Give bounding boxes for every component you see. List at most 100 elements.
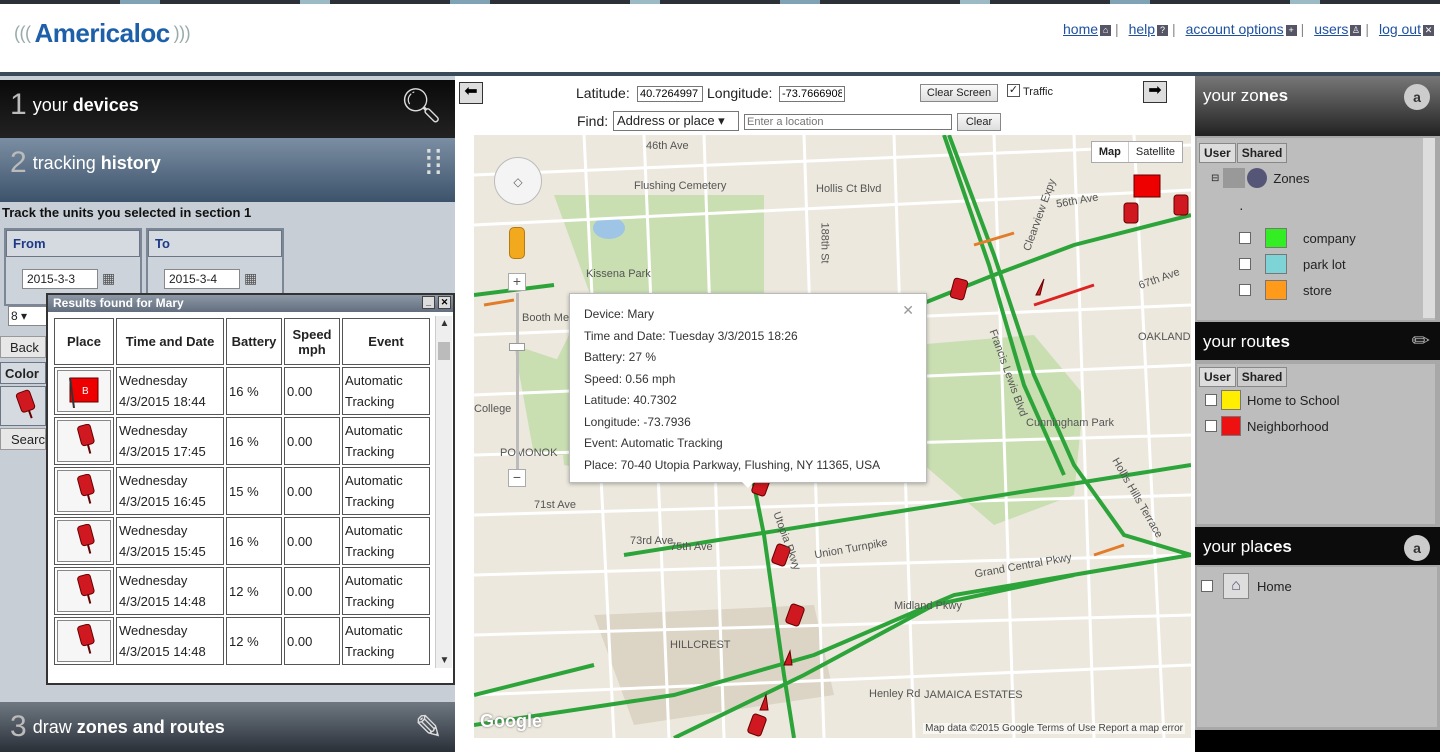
nav-log-out[interactable]: log out ✕ [1379,21,1434,37]
table-row[interactable]: Wednesday 4/3/2015 16:45 15 % 0.00 Automatic… [54,467,430,515]
map-label: 71st Ave [534,499,576,511]
section-draw-zones[interactable]: 3 draw zones and routes ✎ [0,702,455,752]
cell-place [54,467,114,515]
place-item[interactable]: ⌂ Home [1201,573,1292,599]
map-label: 73rd Ave [630,535,674,547]
info-latitude: Latitude: 40.7302 [584,393,677,407]
cell-time: Wednesday 4/3/2015 16:45 [116,467,224,515]
cell-event: Automatic Tracking [342,517,430,565]
close-icon: ✕ [1423,25,1434,36]
street-view-pegman-icon[interactable] [509,227,525,259]
cell-time: Wednesday 4/3/2015 14:48 [116,567,224,615]
clear-button[interactable]: Clear [957,113,1001,131]
cell-speed: 0.00 [284,367,340,415]
zone-item[interactable]: store [1239,280,1332,300]
cell-time: Wednesday 4/3/2015 14:48 [116,617,224,665]
map-footer[interactable]: Map data ©2015 Google Terms of Use Repor… [923,723,1185,734]
map-type-map[interactable]: Map [1092,142,1129,162]
collapse-right-arrow-icon[interactable]: ➡ [1143,81,1167,103]
tree-collapse-icon[interactable]: ⊟ [1211,173,1219,184]
zones-scrollbar[interactable] [1423,138,1435,318]
route-name: Neighborhood [1247,418,1329,434]
zone-color-swatch [1265,254,1287,274]
latitude-label: Latitude: [576,85,630,101]
cell-event: Automatic Tracking [342,617,430,665]
table-row[interactable]: B Wednesday 4/3/2015 18:44 16 % 0.00 Automati… [54,367,430,415]
map-label: 188th St [818,222,831,264]
calendar-icon[interactable]: ▦ [102,270,115,287]
scroll-thumb[interactable] [438,342,450,360]
section-your-places[interactable]: your places a [1195,527,1440,565]
location-input[interactable] [744,114,952,130]
nav-users[interactable]: users ♙ [1314,21,1362,37]
help-icon: ? [1157,25,1169,36]
zone-checkbox[interactable] [1239,284,1251,296]
clear-screen-button[interactable]: Clear Screen [920,84,998,102]
longitude-input[interactable] [779,86,845,102]
collapse-left-arrow-icon[interactable]: ⬅ [459,82,483,104]
close-icon[interactable]: ✕ [438,296,451,309]
close-icon[interactable]: ✕ [902,300,914,322]
results-scrollbar[interactable]: ▲ ▼ [435,316,452,668]
find-select[interactable]: Address or place ▾ [613,111,739,131]
table-row[interactable]: Wednesday 4/3/2015 17:45 16 % 0.00 Automatic… [54,417,430,465]
zoom-in-button[interactable]: + [508,273,526,291]
pan-control[interactable]: ◇ [494,157,542,205]
section-your-routes[interactable]: your routes ✏ [1195,322,1440,360]
table-row[interactable]: Wednesday 4/3/2015 14:48 12 % 0.00 Automatic… [54,617,430,665]
tab-user[interactable]: User [1199,367,1236,387]
tab-user[interactable]: User [1199,143,1236,163]
scroll-down-icon[interactable]: ▼ [436,655,453,666]
from-date-input[interactable] [22,269,98,289]
google-logo: Google [480,711,542,731]
route-item[interactable]: Home to School [1205,390,1340,410]
section-your-devices[interactable]: 1 your devices 🔍︎ [0,80,455,138]
cell-place [54,517,114,565]
route-checkbox[interactable] [1205,420,1217,432]
header: ((( Americaloc ))) home ⌂ | help? | account… [0,4,1440,72]
route-checkbox[interactable] [1205,394,1217,406]
nav-home[interactable]: home ⌂ [1063,21,1112,37]
table-row[interactable]: Wednesday 4/3/2015 14:48 12 % 0.00 Automatic… [54,567,430,615]
back-button[interactable]: Back [0,336,46,358]
color-pin [0,386,46,426]
zone-item[interactable]: company [1239,228,1356,248]
zoom-out-button[interactable]: − [508,469,526,487]
tab-shared[interactable]: Shared [1236,143,1288,163]
search-button[interactable]: Search [0,428,52,450]
section-your-zones[interactable]: your zones a [1195,76,1440,136]
to-date-input[interactable] [164,269,240,289]
traffic-checkbox[interactable]: ✓ [1007,84,1020,97]
zones-panel: User Shared ⊟ Zones · company park lot sto… [1197,138,1435,320]
section-tracking-history[interactable]: 2 tracking history ⁞⁞ [0,138,455,202]
cell-time: Wednesday 4/3/2015 15:45 [116,517,224,565]
route-item[interactable]: Neighborhood [1205,416,1329,436]
from-label: From [6,230,140,257]
info-window: ✕ Device: Mary Time and Date: Tuesday 3/… [569,293,927,488]
map-type-satellite[interactable]: Satellite [1129,142,1182,162]
place-checkbox[interactable] [1201,580,1213,592]
info-longitude: Longitude: -73.7936 [584,414,691,429]
nav-help[interactable]: help? [1129,21,1169,37]
map-area: ⬅ Latitude: Longitude: Clear Screen ✓ Tr… [455,76,1195,752]
zone-checkbox[interactable] [1239,258,1251,270]
minimize-icon[interactable]: _ [422,296,435,309]
latitude-input[interactable] [637,86,703,102]
map-canvas[interactable]: 46th Ave Flushing Cemetery Hollis Ct Blvd K… [474,135,1191,738]
ruler-icon: ✏ [1411,328,1430,353]
color-header: Color [0,362,46,384]
scroll-up-icon[interactable]: ▲ [436,318,453,329]
table-row[interactable]: Wednesday 4/3/2015 15:45 16 % 0.00 Automatic… [54,517,430,565]
calendar-icon[interactable]: ▦ [244,270,257,287]
zone-checkbox[interactable] [1239,232,1251,244]
zoom-slider[interactable] [509,343,525,351]
zone-item[interactable]: park lot [1239,254,1346,274]
map-label: College [474,403,512,415]
map-label: Midland Pkwy [894,600,962,612]
interval-select[interactable]: 8 ▾ [8,306,48,326]
nav-account-options[interactable]: account options + [1186,21,1297,37]
map-label: Cunningham Park [1026,417,1115,429]
info-place: Place: 70-40 Utopia Parkway, Flushing, N… [584,457,881,472]
tab-shared[interactable]: Shared [1236,367,1288,387]
cell-battery: 16 % [226,367,282,415]
